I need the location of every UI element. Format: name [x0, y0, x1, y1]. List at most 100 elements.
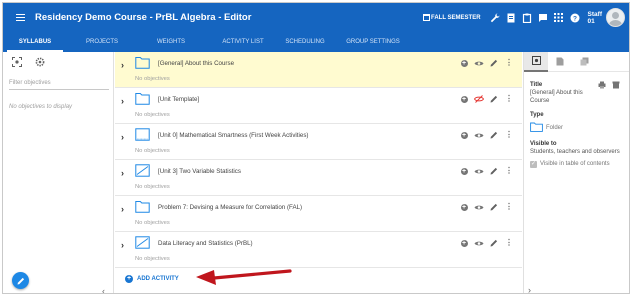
title-label: Title: [530, 82, 543, 88]
visibility-eye-icon[interactable]: [472, 237, 486, 249]
plus-circle-icon: +: [460, 59, 468, 67]
archive-icon[interactable]: [612, 81, 620, 91]
visibility-eye-icon[interactable]: [472, 129, 486, 141]
calendar-icon: [422, 14, 430, 21]
tab-group-settings[interactable]: GROUP SETTINGS: [341, 32, 405, 52]
user-name[interactable]: Staff 01: [588, 11, 602, 25]
edit-pencil-icon[interactable]: [487, 57, 501, 69]
folder-icon: [530, 122, 543, 132]
activity-row[interactable]: › [Unit 0] Mathematical Smartness (First…: [115, 124, 522, 160]
grades-icon[interactable]: [504, 11, 518, 25]
line-chart-icon: [135, 164, 150, 177]
activity-title[interactable]: [Unit 3] Two Variable Statistics: [158, 168, 241, 175]
visibility-eye-icon[interactable]: [472, 201, 486, 213]
chat-icon[interactable]: [536, 11, 550, 25]
tab-weights[interactable]: WEIGHTS: [148, 32, 194, 52]
folder-icon: [135, 57, 150, 69]
activity-title[interactable]: [Unit 0] Mathematical Smartness (First W…: [158, 132, 309, 139]
avatar[interactable]: [606, 8, 625, 27]
objectives-panel: Filter objectives No objectives to displ…: [3, 52, 114, 293]
add-child-button[interactable]: +: [457, 237, 471, 249]
semester-button[interactable]: FALL SEMESTER: [422, 14, 481, 21]
plus-circle-icon: +: [460, 167, 468, 175]
annotation-arrow: [196, 269, 292, 285]
add-child-button[interactable]: +: [457, 93, 471, 105]
empty-objectives-text: No objectives to display: [9, 104, 73, 110]
details-panel: Title [General] About this Course Type F…: [523, 51, 629, 293]
document-tab-icon[interactable]: [548, 52, 572, 72]
filter-objectives-input[interactable]: Filter objectives: [9, 80, 109, 90]
add-child-button[interactable]: +: [457, 201, 471, 213]
visibility-eye-icon[interactable]: [472, 57, 486, 69]
activity-row[interactable]: › [General] About this Course No objecti…: [115, 52, 522, 88]
plus-circle-icon: +: [460, 95, 468, 103]
toc-label: Visible in table of contents: [540, 161, 610, 167]
info-tab-icon[interactable]: [524, 51, 548, 72]
edit-pencil-icon[interactable]: [487, 165, 501, 177]
line-chart-icon: [135, 236, 150, 249]
more-options-icon[interactable]: ⋮: [502, 237, 516, 249]
pencil-icon: [17, 277, 24, 284]
folder-icon: [135, 93, 150, 105]
more-options-icon[interactable]: ⋮: [502, 201, 516, 213]
toc-checkbox[interactable]: ✓: [530, 161, 537, 168]
add-child-button[interactable]: +: [457, 165, 471, 177]
more-options-icon[interactable]: ⋮: [502, 129, 516, 141]
expand-chevron-icon[interactable]: ›: [121, 96, 124, 106]
collapse-right-panel-icon[interactable]: ›: [528, 285, 531, 293]
expand-chevron-icon[interactable]: ›: [121, 60, 124, 70]
activity-row[interactable]: › [Unit Template] No objectives + ⋮: [115, 88, 522, 124]
copy-tab-icon[interactable]: [572, 52, 596, 72]
add-child-button[interactable]: +: [457, 129, 471, 141]
plus-circle-icon: +: [460, 203, 468, 211]
activity-title[interactable]: [Unit Template]: [158, 96, 199, 103]
more-options-icon[interactable]: ⋮: [502, 93, 516, 105]
more-options-icon[interactable]: ⋮: [502, 165, 516, 177]
activity-objectives: No objectives: [135, 112, 170, 118]
tab-activity-list[interactable]: ACTIVITY LIST: [213, 32, 273, 52]
activity-row[interactable]: › [Unit 3] Two Variable Statistics No ob…: [115, 160, 522, 196]
focus-target-icon[interactable]: [10, 55, 24, 69]
visibility-eye-icon[interactable]: [472, 165, 486, 177]
hidden-eye-off-icon[interactable]: [472, 93, 486, 105]
edit-pencil-icon[interactable]: [487, 129, 501, 141]
expand-chevron-icon[interactable]: ›: [121, 240, 124, 250]
clipboard-icon[interactable]: [520, 11, 534, 25]
tab-syllabus[interactable]: SYLLABUS: [7, 32, 63, 52]
menu-button[interactable]: [9, 3, 31, 32]
help-icon[interactable]: ?: [568, 11, 582, 25]
expand-chevron-icon[interactable]: ›: [121, 204, 124, 214]
more-options-icon[interactable]: ⋮: [502, 57, 516, 69]
tab-scheduling[interactable]: SCHEDULING: [279, 32, 331, 52]
plus-circle-icon: +: [460, 239, 468, 247]
unit-chart-icon: [135, 128, 150, 141]
edit-pencil-icon[interactable]: [487, 93, 501, 105]
activity-title[interactable]: [General] About this Course: [158, 60, 234, 67]
print-icon[interactable]: [598, 81, 606, 91]
add-activity-label: ADD ACTIVITY: [137, 276, 179, 282]
apps-grid-icon[interactable]: [552, 11, 566, 25]
tab-projects[interactable]: PROJECTS: [79, 32, 125, 52]
activity-objectives: No objectives: [135, 184, 170, 190]
expand-chevron-icon[interactable]: ›: [121, 168, 124, 178]
add-child-button[interactable]: +: [457, 57, 471, 69]
wrench-icon[interactable]: [488, 11, 502, 25]
edit-pencil-icon[interactable]: [487, 201, 501, 213]
edit-fab-button[interactable]: [12, 272, 29, 289]
activity-list: › [General] About this Course No objecti…: [115, 52, 522, 293]
settings-gear-icon[interactable]: [33, 55, 47, 69]
collapse-left-panel-icon[interactable]: ‹: [102, 286, 105, 293]
activity-title[interactable]: Data Literacy and Statistics (PrBL): [158, 240, 253, 247]
plus-circle-icon: +: [460, 131, 468, 139]
expand-chevron-icon[interactable]: ›: [121, 132, 124, 142]
top-app-bar: Residency Demo Course - PrBL Algebra - E…: [3, 3, 629, 32]
activity-title[interactable]: Problem 7: Devising a Measure for Correl…: [158, 204, 302, 211]
activity-row[interactable]: › Problem 7: Devising a Measure for Corr…: [115, 196, 522, 232]
top-actions: FALL SEMESTER ? Staff 01: [422, 3, 625, 32]
activity-row[interactable]: › Data Literacy and Statistics (PrBL) No…: [115, 232, 522, 268]
main-tabs: SYLLABUS PROJECTS WEIGHTS ACTIVITY LIST …: [3, 32, 629, 52]
type-value: Folder: [546, 125, 564, 131]
activity-objectives: No objectives: [135, 148, 170, 154]
edit-pencil-icon[interactable]: [487, 237, 501, 249]
add-activity-button[interactable]: + ADD ACTIVITY: [125, 275, 179, 283]
